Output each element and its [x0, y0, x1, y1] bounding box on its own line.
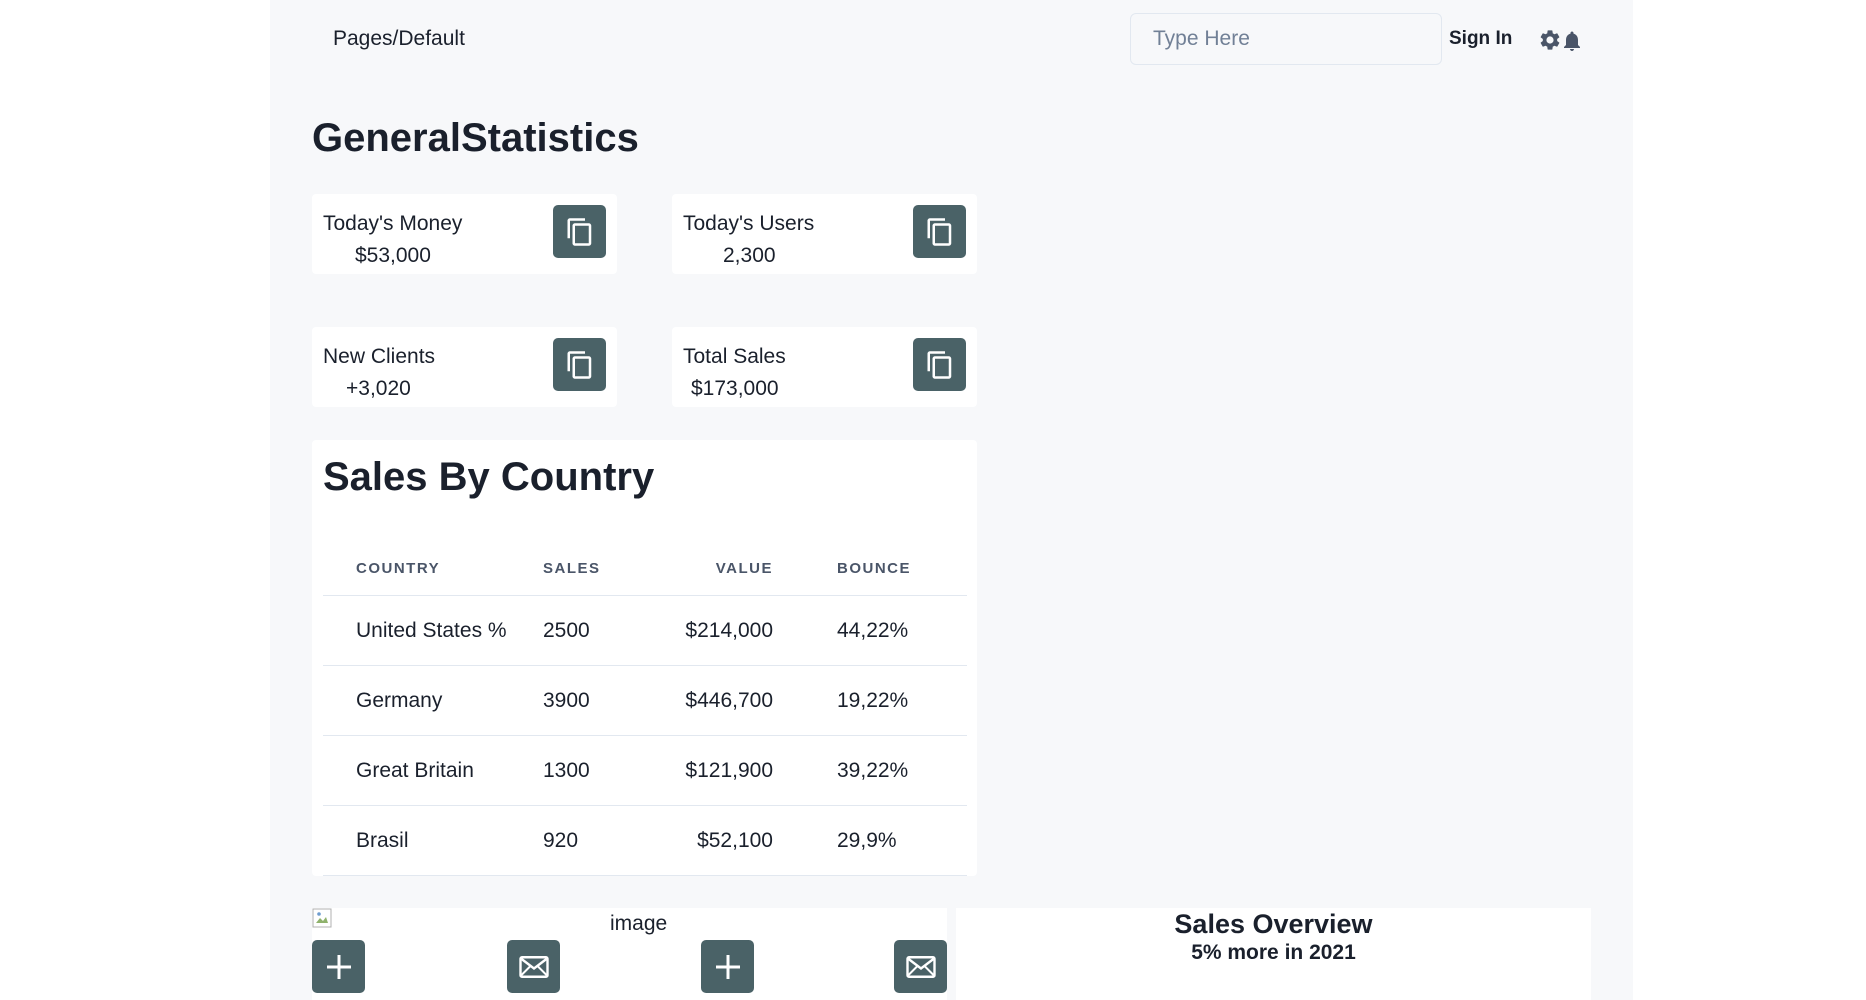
cell-sales: 1300 — [543, 735, 643, 806]
column-header-country: COUNTRY — [323, 541, 543, 596]
copy-icon — [927, 217, 951, 246]
search-input[interactable] — [1130, 13, 1442, 65]
cell-bounce: 44,22% — [773, 595, 967, 666]
cell-country: United States % — [323, 595, 543, 666]
cell-sales: 920 — [543, 805, 643, 876]
mail-icon — [905, 955, 936, 978]
sales-overview-panel: Sales Overview 5% more in 2021 — [956, 908, 1591, 1000]
copy-icon — [567, 217, 591, 246]
table-row: Great Britain 1300 $121,900 39,22% — [323, 735, 967, 806]
section-title: Sales By Country — [323, 455, 655, 499]
mail-button[interactable] — [507, 940, 560, 993]
mail-icon — [518, 955, 549, 978]
stat-label: Today's Money — [323, 212, 463, 235]
stat-label: Today's Users — [683, 212, 815, 235]
cell-bounce: 39,22% — [773, 735, 967, 806]
cell-value: $446,700 — [643, 665, 773, 736]
sales-table: COUNTRY SALES VALUE BOUNCE United States… — [323, 541, 967, 876]
cell-bounce: 29,9% — [773, 805, 967, 876]
stat-value: 2,300 — [723, 244, 776, 267]
stat-card-new-clients: New Clients +3,020 — [312, 327, 617, 407]
image-strip: image — [312, 908, 947, 1000]
stat-label: Total Sales — [683, 345, 786, 368]
column-header-sales: SALES — [543, 541, 643, 596]
bell-icon[interactable] — [1563, 31, 1581, 51]
copy-button[interactable] — [553, 338, 606, 391]
stat-value: +3,020 — [346, 377, 411, 400]
cell-country: Germany — [323, 665, 543, 736]
mail-button[interactable] — [894, 940, 947, 993]
column-header-value: VALUE — [643, 541, 773, 596]
cell-country: Brasil — [323, 805, 543, 876]
broken-image-icon — [312, 908, 332, 928]
plus-icon — [326, 954, 351, 979]
plus-icon — [715, 954, 740, 979]
table-header-row: COUNTRY SALES VALUE BOUNCE — [323, 541, 967, 596]
add-button[interactable] — [701, 940, 754, 993]
stat-value: $53,000 — [355, 244, 431, 267]
stat-label: New Clients — [323, 345, 436, 368]
cell-country: Great Britain — [323, 735, 543, 806]
sales-by-country-panel: Sales By Country COUNTRY SALES VALUE BOU… — [312, 440, 977, 876]
cell-sales: 2500 — [543, 595, 643, 666]
stat-card-total-sales: Total Sales $173,000 — [672, 327, 977, 407]
cell-value: $121,900 — [643, 735, 773, 806]
breadcrumb[interactable]: Pages/Default — [333, 27, 465, 51]
image-alt-text: image — [610, 912, 668, 935]
sales-overview-title: Sales Overview — [1174, 909, 1373, 939]
cell-value: $214,000 — [643, 595, 773, 666]
table-row: Brasil 920 $52,100 29,9% — [323, 805, 967, 876]
copy-button[interactable] — [913, 338, 966, 391]
table-row: United States % 2500 $214,000 44,22% — [323, 595, 967, 666]
copy-button[interactable] — [553, 205, 606, 258]
page-title: GeneralStatistics — [312, 116, 639, 160]
cell-bounce: 19,22% — [773, 665, 967, 736]
gear-icon[interactable] — [1538, 28, 1562, 52]
copy-icon — [927, 350, 951, 379]
table-row: Germany 3900 $446,700 19,22% — [323, 665, 967, 736]
dashboard-page: Pages/Default Sign In GeneralStatistics … — [270, 0, 1633, 1000]
sales-overview-subtitle: 5% more in 2021 — [1191, 941, 1356, 964]
stat-card-todays-money: Today's Money $53,000 — [312, 194, 617, 274]
cell-sales: 3900 — [543, 665, 643, 736]
stat-value: $173,000 — [691, 377, 779, 400]
stat-card-todays-users: Today's Users 2,300 — [672, 194, 977, 274]
copy-button[interactable] — [913, 205, 966, 258]
copy-icon — [567, 350, 591, 379]
cell-value: $52,100 — [643, 805, 773, 876]
sign-in-link[interactable]: Sign In — [1449, 28, 1512, 50]
column-header-bounce: BOUNCE — [773, 541, 967, 596]
add-button[interactable] — [312, 940, 365, 993]
